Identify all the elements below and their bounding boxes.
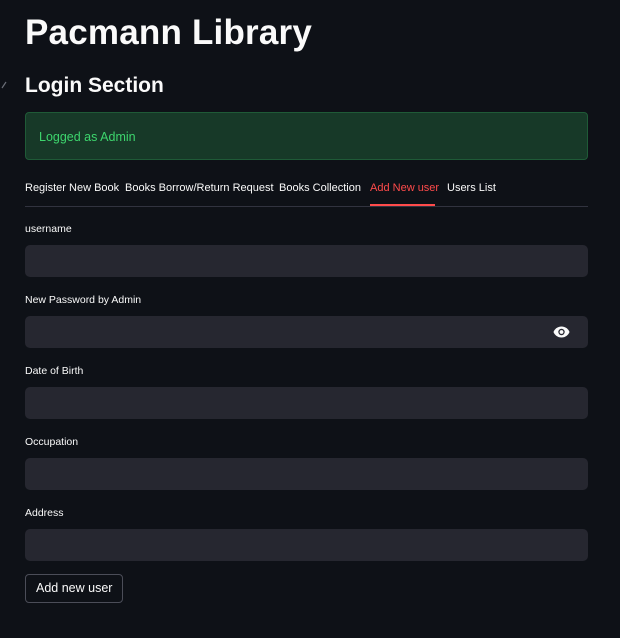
success-alert: Logged as Admin xyxy=(25,112,588,160)
dob-label: Date of Birth xyxy=(25,365,84,377)
active-tab-indicator xyxy=(370,204,435,206)
password-input[interactable] xyxy=(25,316,588,348)
occupation-label: Occupation xyxy=(25,436,79,448)
section-title: Login Section xyxy=(25,74,164,97)
add-new-user-button[interactable]: Add new user xyxy=(25,574,124,603)
link-icon[interactable] xyxy=(0,80,8,90)
password-label: New Password by Admin xyxy=(25,294,142,306)
tab-books-borrow-return-request[interactable]: Books Borrow/Return Request xyxy=(125,181,274,195)
tab-bar: Register New Book Books Borrow/Return Re… xyxy=(25,176,588,207)
app-title: Pacmann Library xyxy=(25,13,312,52)
tab-books-collection[interactable]: Books Collection xyxy=(279,181,361,195)
alert-message: Logged as Admin xyxy=(39,130,136,144)
dob-input[interactable] xyxy=(25,387,588,419)
address-label: Address xyxy=(25,507,64,519)
username-input[interactable] xyxy=(25,245,588,277)
tab-add-new-user[interactable]: Add New user xyxy=(370,181,439,195)
tab-users-list[interactable]: Users List xyxy=(447,181,496,195)
address-input[interactable] xyxy=(25,529,588,561)
occupation-input[interactable] xyxy=(25,458,588,490)
tab-register-new-book[interactable]: Register New Book xyxy=(25,181,119,195)
username-label: username xyxy=(25,223,72,235)
eye-icon[interactable] xyxy=(550,316,572,348)
